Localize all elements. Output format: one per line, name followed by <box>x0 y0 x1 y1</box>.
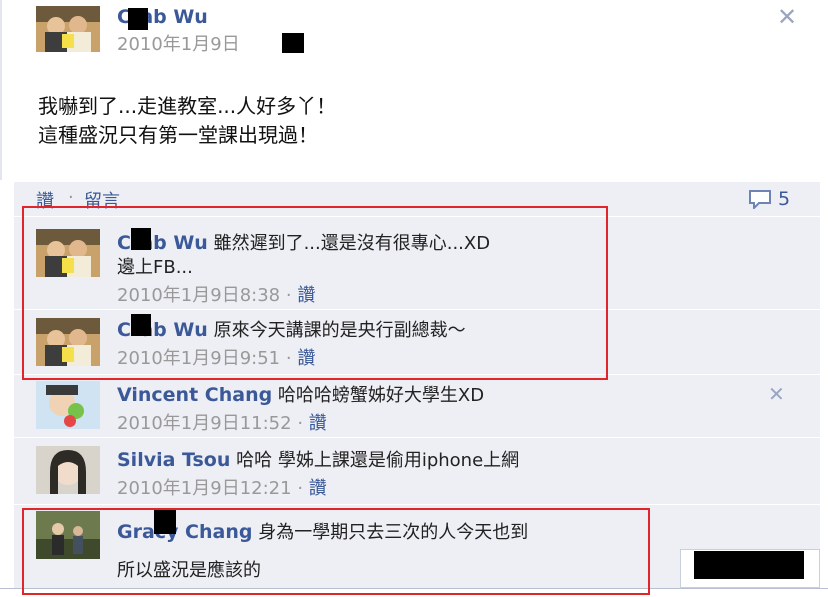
comment-body: 哈哈 學姊上課還是偷用iphone上網 <box>230 450 520 471</box>
comment-text: Vincent Chang 哈哈哈螃蟹姊好大學生XD <box>117 383 637 408</box>
post-body: 我嚇到了...走進教室...人好多丫！ 這種盛況只有第一堂課出現過！ <box>38 92 336 150</box>
highlight-box <box>22 508 650 595</box>
close-icon[interactable]: ✕ <box>777 5 797 29</box>
separator: · <box>68 187 74 208</box>
comment-text: Silvia Tsou 哈哈 學姊上課還是偷用iphone上網 <box>117 448 637 473</box>
redaction-mark <box>128 8 148 30</box>
redaction-mark <box>694 551 804 579</box>
highlight-box <box>22 206 608 380</box>
commenter-avatar[interactable] <box>36 446 100 494</box>
comment-like-link[interactable]: 讚 <box>309 413 327 434</box>
comment-like-link[interactable]: 讚 <box>309 478 327 499</box>
commenter-avatar[interactable] <box>36 381 100 429</box>
post-body-line: 這種盛況只有第一堂課出現過！ <box>38 123 318 147</box>
commenter-name[interactable]: Silvia Tsou <box>117 449 230 471</box>
comment-meta: 2010年1月9日12:21 · 讚 <box>117 478 327 499</box>
comment-time[interactable]: 2010年1月9日11:52 <box>117 413 292 434</box>
post-body-line: 我嚇到了...走進教室...人好多丫！ <box>38 94 337 118</box>
comment-bubble-icon <box>749 190 771 209</box>
redaction-mark <box>282 33 304 53</box>
comment-meta: 2010年1月9日11:52 · 讚 <box>117 413 327 434</box>
comment-time[interactable]: 2010年1月9日12:21 <box>117 478 292 499</box>
comment-item: Vincent Chang 哈哈哈螃蟹姊好大學生XD 2010年1月9日11:5… <box>14 375 820 437</box>
post-author-avatar[interactable] <box>36 6 100 52</box>
left-rule <box>0 0 2 180</box>
comment-body: 哈哈哈螃蟹姊好大學生XD <box>272 385 485 406</box>
commenter-name[interactable]: Vincent Chang <box>117 384 272 406</box>
comment-item: Silvia Tsou 哈哈 學姊上課還是偷用iphone上網 2010年1月9… <box>14 438 820 504</box>
comment-count[interactable]: 5 <box>748 188 790 210</box>
post-date[interactable]: 2010年1月9日 <box>117 30 240 56</box>
delete-comment-icon[interactable]: ✕ <box>768 384 785 404</box>
comment-count-value: 5 <box>778 188 791 210</box>
